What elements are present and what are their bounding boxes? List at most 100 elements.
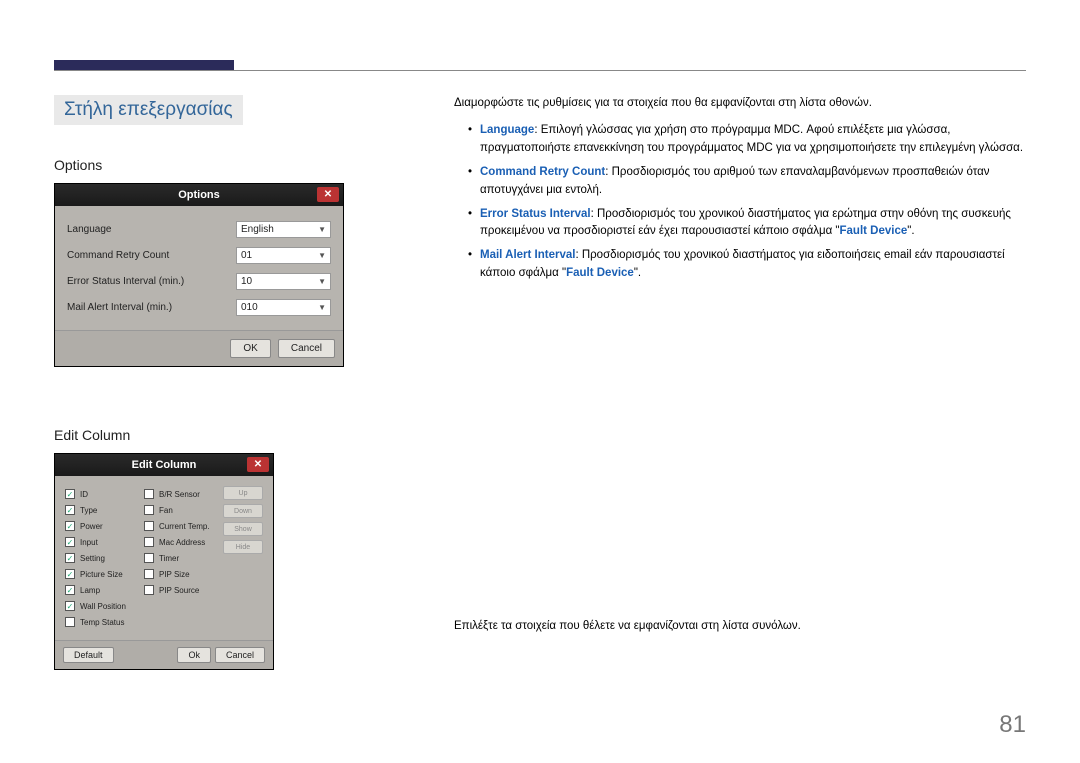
- cancel-button[interactable]: Cancel: [215, 647, 265, 663]
- checkbox-icon[interactable]: ✓: [65, 585, 75, 595]
- select-retry[interactable]: 01▼: [236, 247, 331, 264]
- list-item[interactable]: ✓ Input: [65, 534, 136, 550]
- list-item-label: PIP Size: [159, 570, 190, 579]
- list-item[interactable]: PIP Source: [144, 582, 215, 598]
- list-item[interactable]: Timer: [144, 550, 215, 566]
- list-item-label: Power: [80, 522, 103, 531]
- kw-language: Language: [480, 124, 534, 136]
- options-dialog-body: Language English ▼ Command Retry Count 01…: [55, 206, 343, 330]
- label-mail: Mail Alert Interval (min.): [67, 302, 172, 313]
- editcolumn-body: ✓ID✓Type✓Power✓Input✓Setting✓Picture Siz…: [55, 476, 273, 640]
- select-language[interactable]: English ▼: [236, 221, 331, 238]
- select-mail-value: 010: [241, 302, 258, 313]
- list-item[interactable]: ✓ Type: [65, 502, 136, 518]
- row-error: Error Status Interval (min.) 10▼: [67, 268, 331, 294]
- label-language: Language: [67, 224, 112, 235]
- list-item-label: Setting: [80, 554, 105, 563]
- list-item-label: Fan: [159, 506, 173, 515]
- checkbox-icon[interactable]: [144, 537, 154, 547]
- checkbox-icon[interactable]: [144, 553, 154, 563]
- options-dialog-footer: OK Cancel: [55, 330, 343, 366]
- ok-button[interactable]: OK: [230, 339, 270, 358]
- label-retry: Command Retry Count: [67, 250, 169, 261]
- close-icon[interactable]: ✕: [247, 457, 269, 472]
- list-item-label: Mac Address: [159, 538, 205, 547]
- select-language-value: English: [241, 224, 274, 235]
- options-heading: Options: [54, 157, 424, 173]
- list-item-label: Input: [80, 538, 98, 547]
- list-item-label: PIP Source: [159, 586, 199, 595]
- list-item-label: Lamp: [80, 586, 100, 595]
- list-item[interactable]: Mac Address: [144, 534, 215, 550]
- kw-fault-device-2: Fault Device: [566, 267, 634, 279]
- row-retry: Command Retry Count 01▼: [67, 242, 331, 268]
- kw-error: Error Status Interval: [480, 208, 591, 220]
- list-item-label: Temp Status: [80, 618, 124, 627]
- checkbox-icon[interactable]: ✓: [65, 553, 75, 563]
- list-item[interactable]: Current Temp.: [144, 518, 215, 534]
- bullet-error: Error Status Interval: Προσδιορισμός του…: [468, 206, 1026, 242]
- select-error-value: 10: [241, 276, 252, 287]
- header-divider: [54, 70, 1026, 71]
- list-item[interactable]: ✓ Lamp: [65, 582, 136, 598]
- section-title: Στήλη επεξεργασίας: [54, 95, 243, 125]
- bullet-language: Language: Επιλογή γλώσσας για χρήση στο …: [468, 122, 1026, 158]
- txt-mail-b: ".: [634, 267, 641, 279]
- checkbox-icon[interactable]: [144, 521, 154, 531]
- up-button[interactable]: Up: [223, 486, 263, 500]
- list-item[interactable]: ✓Picture Size: [65, 566, 136, 582]
- editcolumn-col2: B/R Sensor Fan Current Temp. Mac Address Tim…: [144, 486, 215, 630]
- select-mail[interactable]: 010 ▼: [236, 299, 331, 316]
- checkbox-icon[interactable]: [144, 505, 154, 515]
- hide-button[interactable]: Hide: [223, 540, 263, 554]
- list-item[interactable]: Temp Status: [65, 614, 136, 630]
- checkbox-icon[interactable]: ✓: [65, 489, 75, 499]
- checkbox-icon[interactable]: [65, 617, 75, 627]
- options-dialog: Options ✕ Language English ▼ Command Retr…: [54, 183, 344, 367]
- list-item[interactable]: ✓ID: [65, 486, 136, 502]
- checkbox-icon[interactable]: ✓: [65, 537, 75, 547]
- list-item[interactable]: B/R Sensor: [144, 486, 215, 502]
- list-item-label: B/R Sensor: [159, 490, 200, 499]
- bullet-mail: Mail Alert Interval: Προσδιορισμός του χ…: [468, 247, 1026, 283]
- checkbox-icon[interactable]: ✓: [65, 505, 75, 515]
- editcolumn-desc: Επιλέξτε τα στοιχεία που θέλετε να εμφαν…: [454, 618, 1026, 635]
- cancel-button[interactable]: Cancel: [278, 339, 335, 358]
- label-error: Error Status Interval (min.): [67, 276, 184, 287]
- options-bullets: Language: Επιλογή γλώσσας για χρήση στο …: [468, 122, 1026, 283]
- checkbox-icon[interactable]: [144, 569, 154, 579]
- list-item[interactable]: Fan: [144, 502, 215, 518]
- page-number: 81: [999, 711, 1026, 739]
- list-item[interactable]: PIP Size: [144, 566, 215, 582]
- checkbox-icon[interactable]: ✓: [65, 521, 75, 531]
- down-button[interactable]: Down: [223, 504, 263, 518]
- show-button[interactable]: Show: [223, 522, 263, 536]
- kw-retry: Command Retry Count: [480, 166, 605, 178]
- right-column: Διαμορφώστε τις ρυθμίσεις για τα στοιχεί…: [454, 95, 1026, 635]
- list-item[interactable]: ✓Wall Position: [65, 598, 136, 614]
- chevron-down-icon: ▼: [318, 303, 326, 312]
- editcolumn-dialog: Edit Column ✕ ✓ID✓Type✓Power✓Input✓Setti…: [54, 453, 274, 670]
- options-intro: Διαμορφώστε τις ρυθμίσεις για τα στοιχεί…: [454, 95, 1026, 112]
- close-icon[interactable]: ✕: [317, 187, 339, 202]
- bullet-retry: Command Retry Count: Προσδιορισμός του α…: [468, 164, 1026, 200]
- editcolumn-heading: Edit Column: [54, 427, 424, 443]
- default-button[interactable]: Default: [63, 647, 114, 663]
- row-mail: Mail Alert Interval (min.) 010 ▼: [67, 294, 331, 320]
- editcolumn-titlebar: Edit Column ✕: [55, 454, 273, 476]
- list-item-label: Type: [80, 506, 97, 515]
- checkbox-icon[interactable]: [144, 489, 154, 499]
- list-item[interactable]: ✓ Power: [65, 518, 136, 534]
- options-dialog-title: Options: [178, 189, 220, 201]
- header-accent: [54, 60, 234, 70]
- ok-button[interactable]: Ok: [177, 647, 211, 663]
- chevron-down-icon: ▼: [318, 225, 326, 234]
- checkbox-icon[interactable]: ✓: [65, 601, 75, 611]
- checkbox-icon[interactable]: ✓: [65, 569, 75, 579]
- editcolumn-col1: ✓ID✓Type✓Power✓Input✓Setting✓Picture Siz…: [65, 486, 136, 630]
- checkbox-icon[interactable]: [144, 585, 154, 595]
- list-item[interactable]: ✓ Setting: [65, 550, 136, 566]
- editcolumn-footer: Default Ok Cancel: [55, 640, 273, 669]
- select-error[interactable]: 10▼: [236, 273, 331, 290]
- editcolumn-dialog-title: Edit Column: [132, 459, 197, 471]
